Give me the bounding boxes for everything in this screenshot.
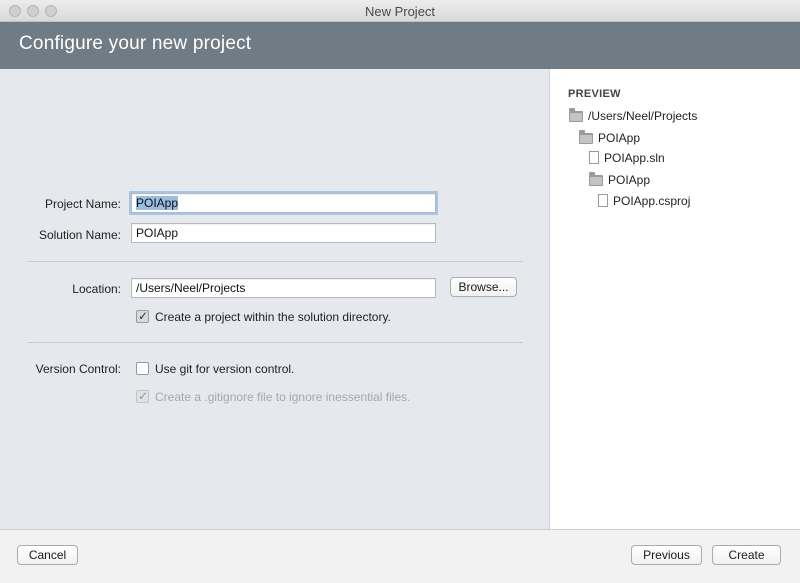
page-title: Configure your new project bbox=[19, 33, 252, 54]
file-icon bbox=[589, 151, 599, 164]
new-project-window: New Project Configure your new project P… bbox=[0, 0, 800, 583]
project-name-label: Project Name: bbox=[44, 197, 121, 211]
folder-icon bbox=[569, 108, 583, 122]
location-value: /Users/Neel/Projects bbox=[136, 281, 246, 295]
gitignore-label: Create a .gitignore file to ignore iness… bbox=[155, 390, 411, 404]
solution-name-input[interactable]: POIApp bbox=[131, 223, 436, 243]
tree-item-poiapp-folder[interactable]: POIApp bbox=[579, 130, 641, 147]
tree-item-label: POIApp.sln bbox=[604, 151, 665, 165]
solution-name-label: Solution Name: bbox=[38, 228, 121, 242]
project-name-value: POIApp bbox=[136, 196, 179, 210]
tree-item-projects-folder[interactable]: /Users/Neel/Projects bbox=[569, 108, 698, 125]
tree-item-solution-file[interactable]: POIApp.sln bbox=[589, 151, 665, 167]
create-button[interactable]: Create bbox=[712, 545, 781, 565]
window-title: New Project bbox=[364, 4, 436, 19]
folder-icon bbox=[579, 130, 593, 144]
project-name-input[interactable]: POIApp bbox=[129, 191, 438, 215]
cancel-button[interactable]: Cancel bbox=[17, 545, 78, 565]
tree-item-label: POIApp bbox=[608, 173, 651, 187]
divider-1 bbox=[28, 261, 523, 262]
location-label: Location: bbox=[72, 282, 121, 296]
header-banner: Configure your new project bbox=[0, 22, 800, 69]
divider-2 bbox=[28, 342, 523, 343]
folder-icon bbox=[589, 172, 603, 186]
browse-button[interactable]: Browse... bbox=[450, 277, 517, 297]
tree-item-poiapp-subfolder[interactable]: POIApp bbox=[589, 172, 651, 189]
tree-item-label: POIApp.csproj bbox=[613, 194, 691, 208]
use-git-checkbox[interactable] bbox=[136, 362, 149, 375]
version-control-label: Version Control: bbox=[35, 362, 121, 376]
gitignore-checkbox bbox=[136, 389, 149, 403]
file-icon bbox=[598, 194, 608, 207]
previous-button[interactable]: Previous bbox=[631, 545, 702, 565]
title-bar[interactable]: New Project bbox=[0, 0, 800, 22]
create-in-solution-dir-checkbox[interactable] bbox=[136, 309, 149, 323]
form-panel bbox=[0, 69, 549, 529]
tree-item-csproj-file[interactable]: POIApp.csproj bbox=[598, 194, 690, 210]
create-in-solution-dir-label: Create a project within the solution dir… bbox=[155, 310, 391, 324]
solution-name-value: POIApp bbox=[136, 226, 179, 240]
tree-item-label: /Users/Neel/Projects bbox=[588, 109, 698, 123]
preview-heading: PREVIEW bbox=[568, 88, 621, 100]
tree-item-label: POIApp bbox=[598, 131, 641, 145]
location-input[interactable]: /Users/Neel/Projects bbox=[131, 278, 436, 298]
use-git-label: Use git for version control. bbox=[155, 362, 295, 376]
